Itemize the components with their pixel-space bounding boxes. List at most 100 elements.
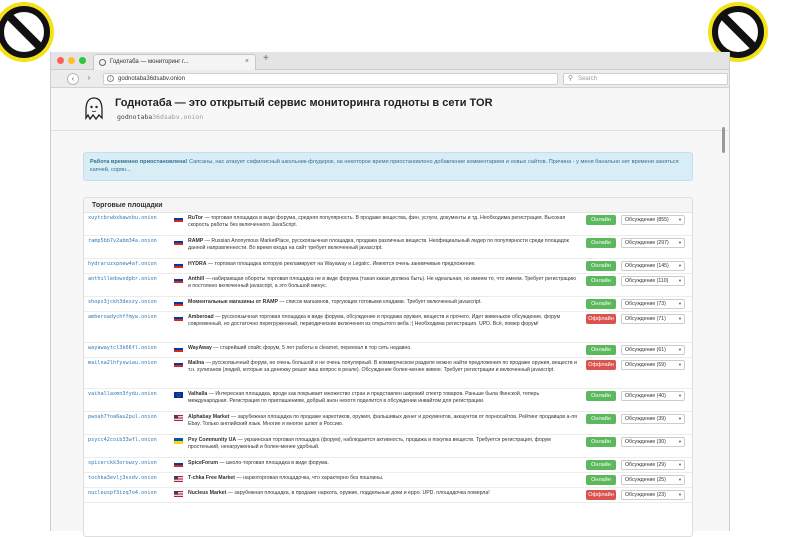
country-flag-icon	[174, 315, 183, 321]
discussion-dropdown[interactable]: Обсуждение (61) ▼	[621, 345, 685, 355]
market-name: HYDRA	[188, 261, 207, 267]
country-flag-icon	[174, 300, 183, 306]
discussion-dropdown[interactable]: Обсуждение (30) ▼	[621, 437, 685, 447]
country-flag-icon	[174, 392, 183, 398]
onion-link[interactable]: shops3jckh3dexzy.onion	[88, 299, 157, 305]
header-divider	[51, 130, 729, 131]
market-name: Amberoad	[188, 314, 214, 320]
caret-down-icon: ▼	[678, 462, 682, 467]
discussion-dropdown[interactable]: Обсуждение (23) ▼	[621, 490, 685, 500]
table-row: amberoadychffmyw.onion Amberoad — русскоя…	[84, 312, 692, 343]
caret-down-icon: ▼	[678, 217, 682, 222]
country-flag-icon	[174, 361, 183, 367]
table-row: mailna2lhfyswiau.onion Mailna — русскоязы…	[84, 358, 692, 389]
discussion-label: Обсуждение (145)	[625, 263, 669, 269]
market-details: — Russian Anonymous MarketPlace, русскоя…	[188, 238, 569, 252]
market-name: T-chka Free Market	[188, 475, 235, 481]
discussion-label: Обсуждение (30)	[625, 439, 666, 445]
discussion-dropdown[interactable]: Обсуждение (25) ▼	[621, 475, 685, 485]
discussion-dropdown[interactable]: Обсуждение (29) ▼	[621, 460, 685, 470]
minimize-window-button[interactable]	[68, 57, 75, 64]
browser-tab[interactable]: Годнотаба — мониторинг г... ×	[93, 54, 256, 70]
market-description: Psy Community UA — украинская торговая п…	[188, 437, 580, 452]
country-flag-icon	[174, 461, 183, 467]
status-badge: Онлайн	[586, 238, 616, 248]
scrollbar-thumb[interactable]	[722, 127, 725, 153]
market-details: — русскоязычный форум, не очень большой …	[188, 360, 577, 374]
ghost-logo-icon	[85, 97, 103, 121]
market-name: RuTor	[188, 215, 203, 221]
discussion-label: Обсуждение (25)	[625, 477, 666, 483]
table-row: pwoah7foa6au2pul.onion Alphabay Market — …	[84, 412, 692, 435]
caret-down-icon: ▼	[678, 347, 682, 352]
discussion-dropdown[interactable]: Обсуждение (297) ▼	[621, 238, 685, 248]
discussion-dropdown[interactable]: Обсуждение (145) ▼	[621, 261, 685, 271]
zoom-window-button[interactable]	[79, 57, 86, 64]
caret-down-icon: ▼	[678, 362, 682, 367]
table-row: anthilledowsdpbr.onion Anthill — набирающ…	[84, 274, 692, 297]
discussion-dropdown[interactable]: Обсуждение (73) ▼	[621, 299, 685, 309]
onion-link[interactable]: amberoadychffmyw.onion	[88, 314, 157, 320]
onion-link[interactable]: pwoah7foa6au2pul.onion	[88, 414, 157, 420]
country-flag-icon	[174, 346, 183, 352]
table-row: hydraruzxpnew4af.onion HYDRA — торговая п…	[84, 259, 692, 274]
tab-close-icon[interactable]: ×	[245, 55, 249, 69]
discussion-dropdown[interactable]: Обсуждение (40) ▼	[621, 391, 685, 401]
info-icon[interactable]: i	[107, 75, 114, 82]
prohibition-sign-icon-right	[712, 6, 764, 58]
onion-link[interactable]: anthilledowsdpbr.onion	[88, 276, 157, 282]
onion-link[interactable]: ramp5bb7v2abm34a.onion	[88, 238, 157, 244]
status-badge: Онлайн	[586, 391, 616, 401]
caret-down-icon: ▼	[678, 439, 682, 444]
market-details: — торговая площадка в виде форума, средн…	[188, 215, 566, 229]
discussion-dropdown[interactable]: Обсуждение (110) ▼	[621, 276, 685, 286]
market-details: — Интересная площадка, вроде как покрыва…	[188, 391, 540, 405]
onion-link[interactable]: tochka3evlj3sxdv.onion	[88, 475, 157, 481]
onion-link[interactable]: hydraruzxpnew4af.onion	[88, 261, 157, 267]
market-details: — торговая площадка которую рекламируют …	[206, 261, 476, 267]
close-window-button[interactable]	[57, 57, 64, 64]
discussion-label: Обсуждение (59)	[625, 362, 666, 368]
discussion-label: Обсуждение (73)	[625, 301, 666, 307]
caret-down-icon: ▼	[678, 263, 682, 268]
discussion-dropdown[interactable]: Обсуждение (71) ▼	[621, 314, 685, 324]
back-button[interactable]: ‹	[67, 73, 79, 85]
onion-link[interactable]: xuytcbrwbxbawsbu.onion	[88, 215, 157, 221]
country-flag-icon	[174, 491, 183, 497]
market-description: RAMP — Russian Anonymous MarketPlace, ру…	[188, 238, 580, 253]
info-alert: Работа временно приостановлена! Сапсаны,…	[83, 152, 693, 181]
onion-link[interactable]: vaihallaxmn3fydu.onion	[88, 391, 157, 397]
address-bar[interactable]: i godnotaba36dsabv.onion C	[103, 73, 603, 87]
market-details: — русскоязычная торговая площадка в виде…	[188, 314, 561, 328]
new-tab-button[interactable]: +	[263, 53, 269, 64]
market-details: — список магазинов, торгующих готовыми к…	[277, 299, 482, 305]
table-row: wayawaytcl3k66fl.onion WayAway — старейши…	[84, 343, 692, 358]
discussion-dropdown[interactable]: Обсуждение (855) ▼	[621, 215, 685, 225]
onion-link[interactable]: mailna2lhfyswiau.onion	[88, 360, 157, 366]
discussion-dropdown[interactable]: Обсуждение (39) ▼	[621, 414, 685, 424]
table-row: psycc42coib33wfl.onion Psy Community UA —…	[84, 435, 692, 458]
status-badge: Оффлайн	[586, 360, 616, 370]
market-description: Valhalla — Интересная площадка, вроде ка…	[188, 391, 580, 406]
onion-link[interactable]: spicerckk3orowzy.onion	[88, 460, 157, 466]
status-badge: Онлайн	[586, 345, 616, 355]
discussion-dropdown[interactable]: Обсуждение (59) ▼	[621, 360, 685, 370]
onion-link[interactable]: wayawaytcl3k66fl.onion	[88, 345, 157, 351]
market-description: SpiceForum — школо-торговая площадка в в…	[188, 460, 580, 467]
onion-link[interactable]: psycc42coib33wfl.onion	[88, 437, 157, 443]
market-name: Anthill	[188, 276, 205, 282]
caret-down-icon: ▼	[678, 301, 682, 306]
market-name: Моментальные магазины от RAMP	[188, 299, 278, 305]
table-row: nucleuspf3izq7o4.onion Nucleus Market — з…	[84, 488, 692, 503]
forward-button[interactable]: ›	[83, 73, 95, 85]
market-name: Alphabay Market	[188, 414, 230, 420]
status-badge: Онлайн	[586, 215, 616, 225]
market-details: — школо-торговая площадка в виде форума.	[217, 460, 329, 466]
country-flag-icon	[174, 415, 183, 421]
search-input[interactable]: ⚲ Search	[563, 73, 728, 85]
market-description: Моментальные магазины от RAMP — список м…	[188, 299, 580, 306]
tab-title: Годнотаба — мониторинг г...	[110, 59, 189, 65]
status-badge: Онлайн	[586, 299, 616, 309]
country-flag-icon	[174, 262, 183, 268]
onion-link[interactable]: nucleuspf3izq7o4.onion	[88, 490, 157, 496]
